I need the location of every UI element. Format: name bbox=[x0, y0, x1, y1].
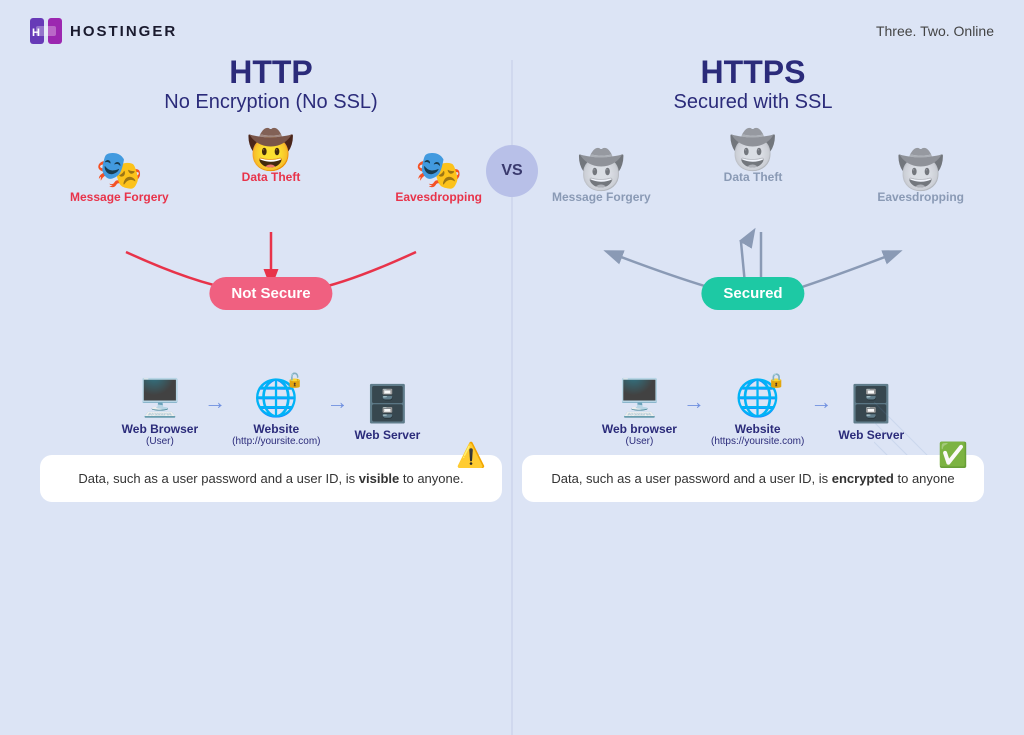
https-message-forgery-icon: 🤠 bbox=[578, 152, 625, 190]
http-info-text-1: Data, such as a user password and a user… bbox=[78, 471, 358, 486]
https-eavesdropping-label: Eavesdropping bbox=[877, 190, 964, 204]
http-arrow-2: → bbox=[327, 389, 349, 415]
hostinger-logo-icon: H bbox=[30, 18, 62, 44]
http-panel: HTTP No Encryption (No SSL) bbox=[30, 54, 512, 502]
http-message-forgery-label: Message Forgery bbox=[70, 190, 169, 204]
logo: H HOSTINGER bbox=[30, 18, 177, 44]
main-content: HTTP No Encryption (No SSL) bbox=[30, 54, 994, 502]
https-server-icon: 🗄️ bbox=[849, 383, 894, 425]
http-website-wrap: 🌐 🔓 bbox=[254, 377, 299, 422]
https-eavesdropping-figure: 🤠 Eavesdropping bbox=[877, 152, 964, 204]
https-lock-icon: 🔒 bbox=[768, 372, 785, 389]
https-browser-sub: (User) bbox=[626, 436, 654, 447]
http-title: HTTP bbox=[40, 54, 502, 91]
http-lock-icon: 🔓 bbox=[286, 372, 303, 389]
https-browser-device: 🖥️ Web browser (User) bbox=[602, 377, 677, 447]
https-eavesdropping-icon: 🤠 bbox=[897, 152, 944, 190]
https-title: HTTPS bbox=[522, 54, 984, 91]
http-website-device: 🌐 🔓 Website (http://yoursite.com) bbox=[232, 377, 320, 447]
page: H HOSTINGER Three. Two. Online VS HTTP N… bbox=[0, 0, 1024, 735]
https-browser-icon: 🖥️ bbox=[617, 377, 662, 419]
https-website-device: 🌐 🔒 Website (https://yoursite.com) bbox=[711, 377, 804, 447]
vs-badge: VS bbox=[486, 145, 538, 197]
https-info-text-1: Data, such as a user password and a user… bbox=[551, 471, 831, 486]
https-website-wrap: 🌐 🔒 bbox=[735, 377, 780, 422]
https-title-block: HTTPS Secured with SSL bbox=[522, 54, 984, 114]
https-data-theft-icon: 🤠 bbox=[729, 132, 776, 170]
header: H HOSTINGER Three. Two. Online bbox=[30, 18, 994, 44]
https-message-forgery-label: Message Forgery bbox=[552, 190, 651, 204]
http-data-theft-icon: 🤠 bbox=[247, 132, 294, 170]
http-data-theft-figure: 🤠 Data Theft bbox=[242, 132, 301, 184]
http-info-bold: visible bbox=[359, 471, 399, 486]
https-message-forgery-figure: 🤠 Message Forgery bbox=[552, 152, 651, 204]
https-website-sub: (https://yoursite.com) bbox=[711, 436, 804, 447]
http-browser-name: Web Browser bbox=[122, 422, 198, 436]
https-browser-name: Web browser bbox=[602, 422, 677, 436]
http-message-forgery-figure: 🎭 Message Forgery bbox=[70, 152, 169, 204]
tagline: Three. Two. Online bbox=[876, 23, 994, 39]
http-arrow-1: → bbox=[204, 389, 226, 415]
http-browser-device: 🖥️ Web Browser (User) bbox=[122, 377, 198, 447]
svg-text:H: H bbox=[32, 27, 40, 39]
http-website-name: Website bbox=[253, 422, 299, 436]
http-devices-row: 🖥️ Web Browser (User) → 🌐 🔓 Website (htt… bbox=[40, 377, 502, 447]
secured-badge: Secured bbox=[701, 277, 804, 310]
https-check-icon: ✅ bbox=[938, 441, 968, 470]
https-arrow-2: → bbox=[810, 389, 832, 415]
http-info-box: ⚠️ Data, such as a user password and a u… bbox=[40, 455, 502, 502]
logo-text: HOSTINGER bbox=[70, 23, 177, 40]
http-website-sub: (http://yoursite.com) bbox=[232, 436, 320, 447]
https-info-text-2: to anyone bbox=[898, 471, 955, 486]
http-threat-area: 🎭 Message Forgery 🤠 Data Theft 🎭 Eavesdr… bbox=[40, 122, 502, 372]
http-eavesdropping-label: Eavesdropping bbox=[395, 190, 482, 204]
https-info-bold: encrypted bbox=[832, 471, 894, 486]
http-title-block: HTTP No Encryption (No SSL) bbox=[40, 54, 502, 114]
http-info-text-2: to anyone. bbox=[403, 471, 464, 486]
http-server-name: Web Server bbox=[355, 428, 421, 442]
http-warning-icon: ⚠️ bbox=[456, 441, 486, 470]
http-server-icon: 🗄️ bbox=[365, 383, 410, 425]
http-server-device: 🗄️ Web Server bbox=[355, 383, 421, 442]
http-eavesdropping-figure: 🎭 Eavesdropping bbox=[395, 152, 482, 204]
https-panel: HTTPS Secured with SSL bbox=[512, 54, 994, 502]
https-server-name: Web Server bbox=[838, 428, 904, 442]
https-data-theft-figure: 🤠 Data Theft bbox=[724, 132, 783, 184]
https-website-name: Website bbox=[735, 422, 781, 436]
https-arrow-1: → bbox=[683, 389, 705, 415]
http-subtitle: No Encryption (No SSL) bbox=[40, 91, 502, 114]
https-devices-row: 🖥️ Web browser (User) → 🌐 🔒 Website (htt… bbox=[522, 377, 984, 447]
http-browser-icon: 🖥️ bbox=[137, 377, 182, 419]
https-server-device: 🗄️ Web Server bbox=[838, 383, 904, 442]
http-browser-sub: (User) bbox=[146, 436, 174, 447]
https-data-theft-label: Data Theft bbox=[724, 170, 783, 184]
https-info-box: ✅ Data, such as a user password and a us… bbox=[522, 455, 984, 502]
http-data-theft-label: Data Theft bbox=[242, 170, 301, 184]
https-threat-area: 🤠 Message Forgery 🤠 Data Theft 🤠 Eavesdr… bbox=[522, 122, 984, 372]
http-message-forgery-icon: 🎭 bbox=[96, 152, 143, 190]
not-secure-badge: Not Secure bbox=[209, 277, 332, 310]
https-subtitle: Secured with SSL bbox=[522, 91, 984, 114]
http-eavesdropping-icon: 🎭 bbox=[415, 152, 462, 190]
